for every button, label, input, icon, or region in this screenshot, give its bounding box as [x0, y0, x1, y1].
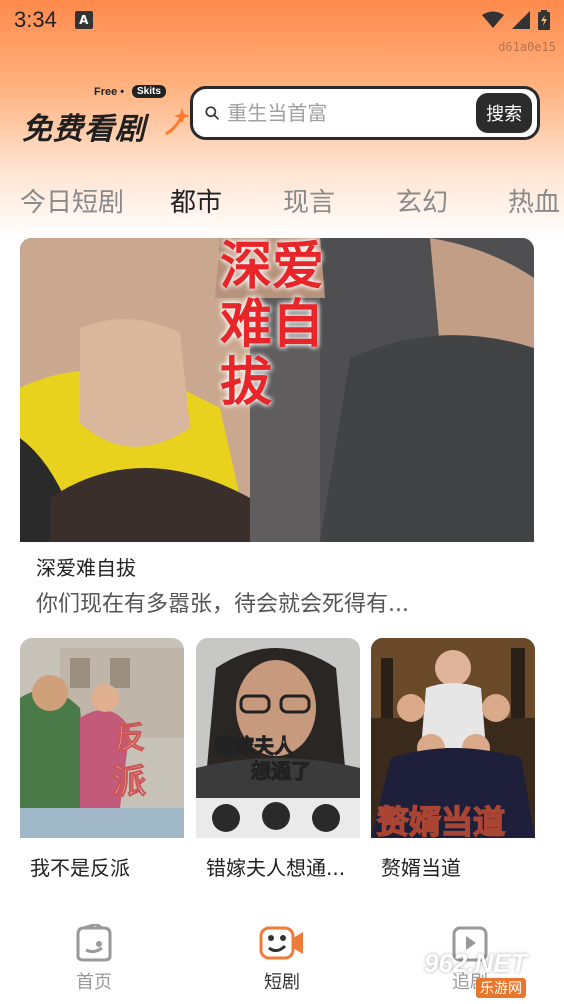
watermark-text: 962.NET [424, 948, 527, 978]
svg-text:赘婿当道: 赘婿当道 [377, 803, 505, 838]
drama-card-3[interactable]: 赘婿当道 [371, 638, 535, 838]
drama-card-2-poster: 错嫁夫人 想通了 [196, 638, 360, 838]
featured-description: 你们现在有多嚣张，待会就会死得有... [36, 592, 409, 617]
tab-action[interactable]: 热血 [508, 182, 560, 219]
svg-text:反: 反 [115, 721, 145, 756]
site-watermark: 962.NET 乐游网 [424, 948, 556, 998]
featured-poster-title: 深爱难自拔 [220, 238, 325, 413]
nav-home-label: 首页 [76, 972, 112, 993]
tab-today[interactable]: 今日短剧 [20, 182, 124, 219]
short-drama-icon [259, 926, 303, 960]
status-icons [482, 10, 550, 30]
notification-icon: A [74, 11, 93, 29]
tab-city[interactable]: 都市 [170, 182, 222, 219]
status-time: 3:34 [14, 7, 57, 32]
wifi-icon [482, 11, 504, 28]
home-icon [76, 924, 112, 962]
logo-spark-icon [165, 108, 190, 136]
drama-card-3-poster: 赘婿当道 [371, 638, 535, 838]
logo-skits-badge: Skits [132, 85, 166, 98]
app-logo: Free • Skits 免费看剧 [22, 84, 192, 147]
category-tabs: 今日短剧 都市 现言 玄幻 热血 [0, 178, 564, 226]
drama-card-1-title[interactable]: 我不是反派 [30, 852, 130, 881]
signal-icon [512, 11, 530, 29]
svg-text:想通了: 想通了 [251, 759, 311, 783]
search-button[interactable]: 搜索 [476, 93, 532, 133]
featured-poster[interactable]: 深爱难自拔 [20, 238, 534, 542]
logo-title: 免费看剧 [22, 112, 146, 147]
drama-card-1-poster: 反 派 [20, 638, 184, 838]
drama-card-2[interactable]: 错嫁夫人 想通了 [196, 638, 360, 838]
search-input[interactable] [227, 101, 477, 125]
svg-text:错嫁夫人: 错嫁夫人 [214, 734, 295, 758]
logo-free-label: Free • [94, 86, 125, 98]
drama-card-3-title[interactable]: 赘婿当道 [381, 852, 461, 881]
nav-home[interactable]: 首页 [34, 924, 154, 994]
device-id: d61a0e15 [498, 40, 556, 54]
svg-text:派: 派 [112, 762, 146, 802]
search-icon [205, 106, 219, 120]
search-bar[interactable]: 搜索 [190, 86, 540, 140]
watermark-sub: 乐游网 [476, 978, 526, 998]
featured-title[interactable]: 深爱难自拔 [36, 552, 136, 581]
drama-card-2-title[interactable]: 错嫁夫人想通... [206, 852, 345, 881]
nav-short-drama-label: 短剧 [264, 972, 300, 993]
battery-icon [538, 10, 550, 30]
tab-romance[interactable]: 现言 [283, 182, 335, 219]
tab-fantasy[interactable]: 玄幻 [396, 182, 448, 219]
drama-card-1[interactable]: 反 派 [20, 638, 184, 838]
nav-short-drama[interactable]: 短剧 [222, 924, 342, 994]
status-bar: 3:34 A [0, 0, 564, 40]
